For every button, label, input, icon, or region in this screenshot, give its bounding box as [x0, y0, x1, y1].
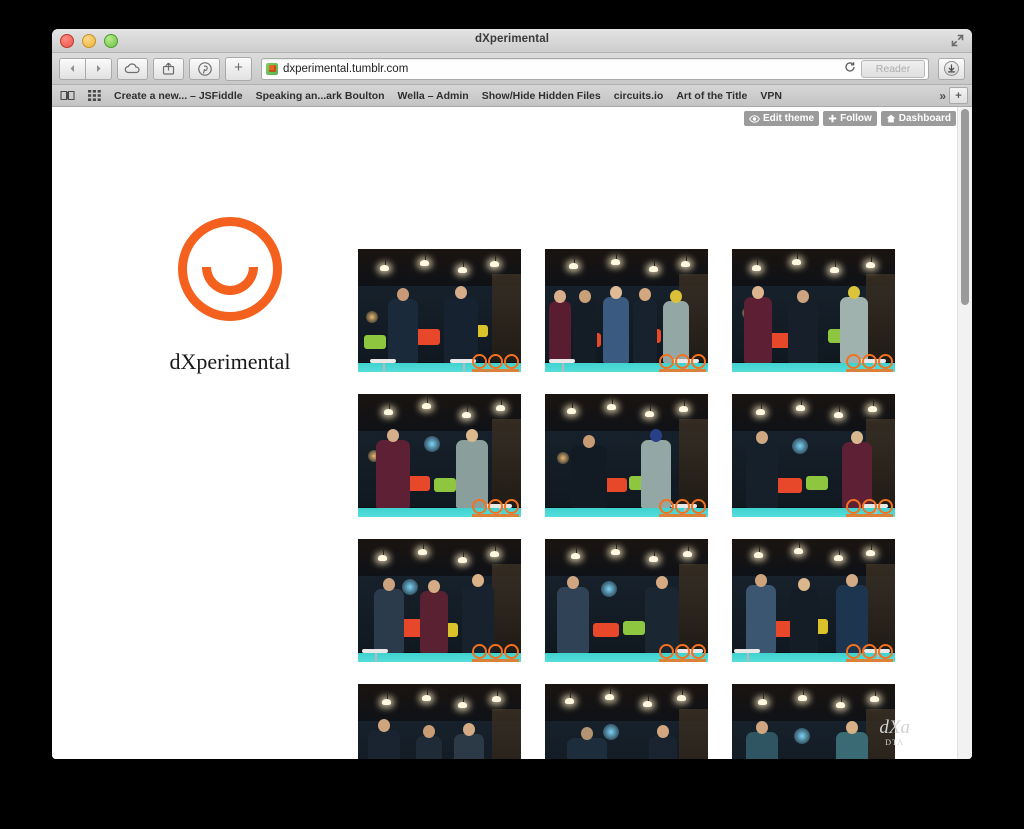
photo-post[interactable]	[358, 684, 521, 759]
photo-post[interactable]	[545, 539, 708, 662]
bookmarks-bar: Create a new... – JSFiddle Speaking an..…	[52, 85, 972, 107]
new-tab-button[interactable]: +	[225, 57, 252, 81]
photo-watermark	[659, 354, 706, 369]
fullscreen-icon[interactable]	[951, 34, 964, 47]
photo-post[interactable]	[545, 684, 708, 759]
bookmarks-overflow-button[interactable]: »	[939, 89, 946, 103]
bookmark-item[interactable]: Speaking an...ark Boulton	[256, 90, 385, 102]
back-arrow-icon[interactable]	[59, 58, 86, 80]
photo-watermark	[659, 499, 706, 514]
smiley-circle-logo[interactable]	[178, 217, 282, 321]
bookmark-item[interactable]: Create a new... – JSFiddle	[114, 90, 243, 102]
downloads-icon[interactable]	[938, 58, 965, 80]
home-icon	[886, 114, 896, 123]
window-title: dXperimental	[52, 33, 972, 45]
bookmark-item[interactable]: circuits.io	[614, 90, 664, 102]
cloud-icon[interactable]	[117, 58, 148, 80]
signature-subtext: DTA	[879, 738, 910, 747]
page-signature-watermark: dXa DTA	[879, 718, 910, 747]
bookmark-item[interactable]: Wella – Admin	[398, 90, 469, 102]
navigation-buttons	[59, 58, 112, 80]
smile-arc-icon	[202, 267, 258, 295]
photo-watermark	[659, 644, 706, 659]
photo-watermark	[846, 354, 893, 369]
bookmark-item[interactable]: Art of the Title	[676, 90, 747, 102]
photo-grid	[358, 249, 918, 759]
follow-label: Follow	[840, 113, 872, 124]
top-sites-grid-icon[interactable]	[88, 90, 101, 101]
follow-button[interactable]: Follow	[823, 111, 877, 126]
web-page-content: Edit theme Follow Dashboard	[52, 107, 972, 759]
page-title: dXperimental	[158, 349, 302, 375]
reload-icon[interactable]	[844, 61, 856, 76]
edit-theme-label: Edit theme	[763, 113, 814, 124]
share-icon[interactable]	[153, 58, 184, 80]
photo-watermark	[846, 644, 893, 659]
bookmark-item[interactable]: Show/Hide Hidden Files	[482, 90, 601, 102]
tumblr-controls: Edit theme Follow Dashboard	[744, 111, 956, 126]
book-sidebar-icon[interactable]	[60, 90, 75, 101]
photo-post[interactable]	[358, 249, 521, 372]
eye-icon	[749, 115, 760, 123]
site-favicon	[266, 63, 278, 75]
dashboard-label: Dashboard	[899, 113, 951, 124]
add-bookmark-button[interactable]: +	[949, 87, 968, 104]
page-scrollbar[interactable]	[957, 107, 972, 759]
browser-toolbar: + dxperimental.tumblr.com Reader	[52, 53, 972, 85]
photo-watermark	[472, 499, 519, 514]
photo-post[interactable]	[732, 539, 895, 662]
blog-sidebar: dXperimental	[158, 217, 302, 375]
photo-post[interactable]	[545, 394, 708, 517]
photo-watermark	[472, 644, 519, 659]
photo-post[interactable]	[358, 539, 521, 662]
bookmark-item[interactable]: VPN	[760, 90, 782, 102]
url-text: dxperimental.tumblr.com	[283, 63, 924, 75]
photo-post[interactable]	[545, 249, 708, 372]
plus-icon	[828, 114, 837, 123]
dashboard-button[interactable]: Dashboard	[881, 111, 956, 126]
photo-post[interactable]	[732, 394, 895, 517]
photo-watermark	[472, 354, 519, 369]
signature-mark: dXa	[879, 718, 910, 737]
photo-watermark	[846, 499, 893, 514]
photo-post[interactable]	[358, 394, 521, 517]
safari-browser-window: dXperimental +	[52, 29, 972, 759]
address-bar[interactable]: dxperimental.tumblr.com Reader	[261, 58, 929, 80]
pinterest-icon[interactable]	[189, 58, 220, 80]
photo-post[interactable]	[732, 249, 895, 372]
edit-theme-button[interactable]: Edit theme	[744, 111, 819, 126]
desktop-background: dXperimental +	[0, 0, 1024, 829]
window-title-bar[interactable]: dXperimental	[52, 29, 972, 53]
scrollbar-thumb[interactable]	[961, 109, 969, 305]
photo-post[interactable]	[732, 684, 895, 759]
forward-arrow-icon[interactable]	[86, 58, 112, 80]
reader-button[interactable]: Reader	[861, 60, 925, 78]
